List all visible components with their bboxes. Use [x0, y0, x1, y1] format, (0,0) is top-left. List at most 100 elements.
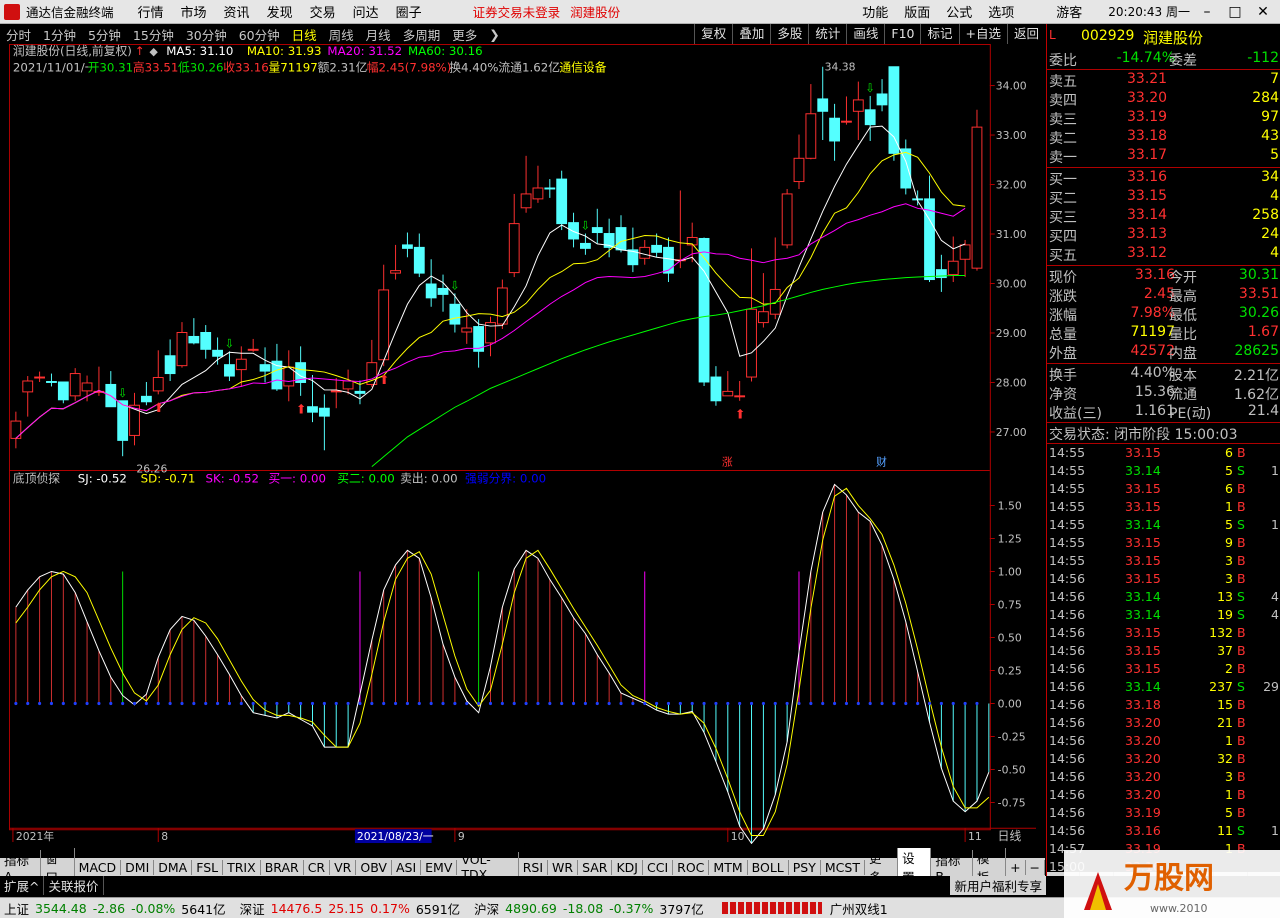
tick-side: B — [1237, 643, 1246, 658]
server-label[interactable]: 广州双线1 — [830, 899, 888, 918]
toolbar-button-2[interactable]: 多股 — [770, 24, 808, 44]
menu-gongshi[interactable]: 公式 — [946, 2, 972, 21]
menu-banmian[interactable]: 版面 — [904, 2, 930, 21]
indicator-tab-3[interactable]: DMI — [121, 859, 155, 875]
indicator-tab-21[interactable]: BOLL — [748, 859, 789, 875]
candle-body — [140, 395, 152, 403]
menu-faxian[interactable]: 发现 — [267, 2, 293, 21]
indicator-tab-18[interactable]: CCI — [643, 859, 674, 875]
tick-row: 14:56 33.14 237 S 29 — [1047, 679, 1280, 697]
toolbar-button-1[interactable]: 叠加 — [732, 24, 770, 44]
zero-line-dot — [868, 701, 872, 706]
tick-row: 14:56 33.20 21 B — [1047, 715, 1280, 733]
toolbar-button-0[interactable]: 复权 — [694, 24, 732, 44]
tick-row: 14:56 33.20 1 B — [1047, 787, 1280, 805]
indicator-axis-label: 1.25 — [998, 532, 1022, 545]
toolbar-button-5[interactable]: F10 — [884, 24, 920, 44]
tick-time: 14:55 — [1049, 553, 1086, 568]
minimize-icon[interactable]: – — [1196, 4, 1218, 20]
period-tab-3[interactable]: 15分钟 — [133, 25, 174, 44]
indicator-tab-23[interactable]: MCST — [821, 859, 865, 875]
indicator-tab-9[interactable]: VR — [330, 859, 357, 875]
indicator-tab-2[interactable]: MACD — [75, 859, 122, 875]
index-change-2: -18.08 — [562, 900, 604, 916]
zero-line-dot — [595, 701, 599, 706]
index-name-0[interactable]: 上证 — [4, 899, 29, 918]
info-low: 低30.26 — [178, 61, 224, 75]
period-tab-10[interactable]: 更多 — [452, 25, 477, 44]
menu-hangqing[interactable]: 行情 — [138, 2, 164, 21]
indicator-tab-8[interactable]: CR — [304, 859, 331, 875]
period-tab-6[interactable]: 日线 — [292, 25, 317, 44]
period-more-chevron-icon[interactable]: ❯ — [489, 27, 499, 42]
toolbar-button-7[interactable]: +自选 — [958, 24, 1007, 44]
candle-body — [152, 377, 164, 392]
indicator-tab-19[interactable]: ROC — [673, 859, 710, 875]
tick-count: 29 — [1263, 679, 1279, 694]
indicator-tab-16[interactable]: SAR — [578, 859, 613, 875]
indicator-tab-7[interactable]: BRAR — [261, 859, 304, 875]
indicator-tab-12[interactable]: EMV — [421, 859, 458, 875]
maximize-icon[interactable]: □ — [1224, 4, 1246, 20]
menu-zixun[interactable]: 资讯 — [224, 2, 250, 21]
tick-time: 14:55 — [1049, 445, 1086, 460]
menu-jiaoyi[interactable]: 交易 — [310, 2, 336, 21]
zero-line-dot — [892, 701, 896, 706]
menu-gongneng[interactable]: 功能 — [862, 2, 888, 21]
indicator-tab-11[interactable]: ASI — [392, 859, 422, 875]
tick-side: S — [1237, 679, 1245, 694]
tick-vol: 19 — [1217, 607, 1233, 622]
period-tab-0[interactable]: 分时 — [6, 25, 31, 44]
period-tab-9[interactable]: 多周期 — [403, 25, 441, 44]
period-tab-8[interactable]: 月线 — [366, 25, 391, 44]
zero-line-dot — [97, 701, 101, 706]
bid-vol: 34 — [1261, 169, 1279, 185]
indicator-tab-6[interactable]: TRIX — [223, 859, 261, 875]
period-tab-5[interactable]: 60分钟 — [239, 25, 280, 44]
promo-link[interactable]: 新用户福利专享 — [950, 875, 1046, 895]
menu-wenda[interactable]: 问达 — [353, 2, 379, 21]
zero-line-dot — [429, 701, 433, 706]
indicator-axis-label: 0.50 — [998, 631, 1022, 644]
index-name-2[interactable]: 沪深 — [474, 899, 499, 918]
zero-line-dot — [678, 701, 682, 706]
indicator-tab-22[interactable]: PSY — [789, 859, 821, 875]
user-label[interactable]: 游客 — [1056, 2, 1082, 21]
indicator-tab-17[interactable]: KDJ — [612, 859, 643, 875]
tick-price: 33.20 — [1125, 715, 1161, 730]
period-tab-7[interactable]: 周线 — [329, 25, 354, 44]
period-tab-4[interactable]: 30分钟 — [186, 25, 227, 44]
zero-line-dot — [500, 701, 504, 706]
menu-shichang[interactable]: 市场 — [181, 2, 207, 21]
zoom-in-button[interactable]: + — [1006, 859, 1026, 875]
bid-vol: 4 — [1270, 188, 1279, 204]
zero-line-dot — [405, 701, 410, 706]
indicator-tab-5[interactable]: FSL — [192, 859, 224, 875]
login-warning[interactable]: 证券交易未登录 — [473, 2, 561, 21]
indicator-tab-4[interactable]: DMA — [154, 859, 193, 875]
info-close: 收33.16 — [223, 61, 269, 75]
toolbar-button-3[interactable]: 统计 — [808, 24, 846, 44]
menu-quanzi[interactable]: 圈子 — [396, 2, 422, 21]
ext-tab-0[interactable]: 扩展^ — [0, 875, 45, 895]
chart-area[interactable]: 34.00 33.00 32.00 31.00 30.00 29.00 28.00 27.00… — [0, 44, 1045, 844]
indicator-tab-15[interactable]: WR — [548, 859, 579, 875]
period-tab-2[interactable]: 5分钟 — [88, 25, 121, 44]
index-name-1[interactable]: 深证 — [240, 899, 265, 918]
indicator-tab-14[interactable]: RSI — [519, 859, 549, 875]
period-tab-1[interactable]: 1分钟 — [43, 25, 76, 44]
indicator-tab-10[interactable]: OBV — [356, 859, 392, 875]
close-icon[interactable]: ✕ — [1252, 4, 1274, 20]
zoom-out-button[interactable]: − — [1026, 859, 1046, 875]
menu-xuanxiang[interactable]: 选项 — [988, 2, 1014, 21]
ma-label-2: MA20: 31.52 — [327, 44, 402, 58]
toolbar-button-8[interactable]: 返回 — [1006, 24, 1045, 44]
tick-price: 33.16 — [1125, 823, 1161, 838]
tick-side: B — [1237, 481, 1246, 496]
zero-line-dot — [548, 701, 552, 706]
indicator-tab-20[interactable]: MTM — [709, 859, 748, 875]
zero-line-dot — [904, 701, 908, 706]
ext-tab-1[interactable]: 关联报价 — [44, 875, 104, 895]
toolbar-button-4[interactable]: 画线 — [846, 24, 884, 44]
toolbar-button-6[interactable]: 标记 — [920, 24, 958, 44]
